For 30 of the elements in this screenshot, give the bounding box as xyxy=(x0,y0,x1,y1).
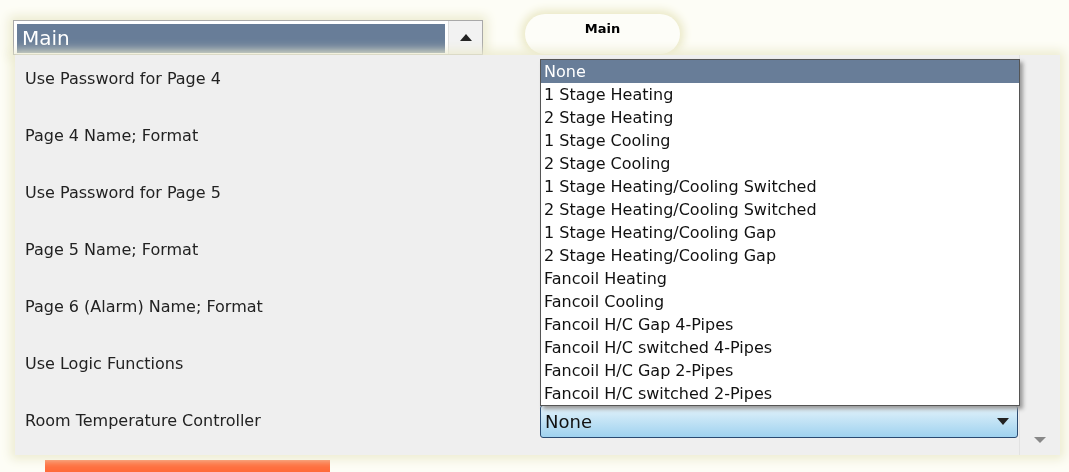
dropdown-option[interactable]: None xyxy=(541,60,1019,83)
dropdown-option[interactable]: Fancoil H/C switched 4-Pipes xyxy=(541,336,1019,359)
dropdown-option[interactable]: 1 Stage Heating/Cooling Switched xyxy=(541,175,1019,198)
tab[interactable]: Main xyxy=(525,14,680,54)
page-list[interactable]: Main xyxy=(13,20,483,55)
setting-label: Use Password for Page 4 xyxy=(24,68,222,89)
dropdown-option[interactable]: 2 Stage Cooling xyxy=(541,152,1019,175)
setting-label: Use Logic Functions xyxy=(24,353,185,374)
scroll-down-icon[interactable] xyxy=(1034,437,1046,443)
dropdown-option[interactable]: Fancoil H/C Gap 4-Pipes xyxy=(541,313,1019,336)
dropdown-option[interactable]: Fancoil Heating xyxy=(541,267,1019,290)
dropdown-option[interactable]: Fancoil Cooling xyxy=(541,290,1019,313)
page-list-item[interactable]: Main xyxy=(17,24,445,53)
setting-label: Page 4 Name; Format xyxy=(24,125,200,146)
scroll-up-button[interactable] xyxy=(448,21,482,54)
setting-label: Page 6 (Alarm) Name; Format xyxy=(24,296,264,317)
caret-up-icon xyxy=(459,34,472,41)
dropdown-option[interactable]: 2 Stage Heating xyxy=(541,106,1019,129)
dropdown-option[interactable]: Fancoil H/C switched 2-Pipes xyxy=(541,382,1019,405)
dropdown-option[interactable]: Fancoil H/C Gap 2-Pipes xyxy=(541,359,1019,382)
dropdown-option[interactable]: 2 Stage Heating/Cooling Gap xyxy=(541,244,1019,267)
dropdown-option[interactable]: 2 Stage Heating/Cooling Switched xyxy=(541,198,1019,221)
dropdown-option[interactable]: 1 Stage Cooling xyxy=(541,129,1019,152)
dropdown-option[interactable]: 1 Stage Heating xyxy=(541,83,1019,106)
controller-dropdown[interactable]: None xyxy=(540,405,1018,438)
caret-down-icon xyxy=(997,418,1009,425)
setting-label: Room Temperature Controller xyxy=(24,410,262,431)
setting-label: Page 5 Name; Format xyxy=(24,239,200,260)
dropdown-option[interactable]: 1 Stage Heating/Cooling Gap xyxy=(541,221,1019,244)
setting-label: Use Password for Page 5 xyxy=(24,182,222,203)
